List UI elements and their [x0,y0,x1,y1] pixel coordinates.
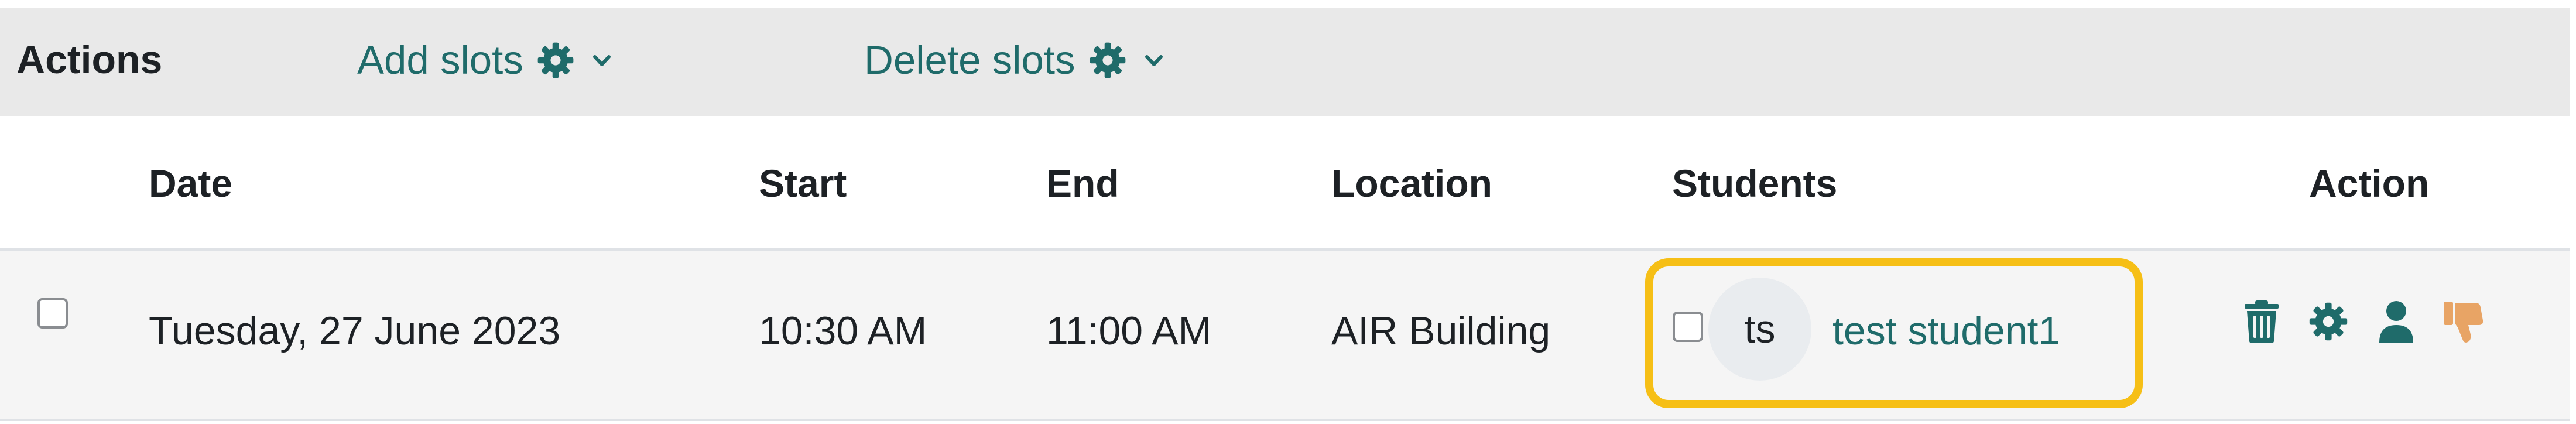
actions-bar: Actions Add slots Delete slots [0,8,2570,118]
header-action: Action [2309,162,2430,205]
header-start[interactable]: Start [759,160,847,207]
table-row: Tuesday, 27 June 2023 10:30 AM 11:00 AM … [0,251,2570,421]
student-select-checkbox[interactable] [1673,312,1703,342]
table-header: Date Start End Location Students Action [0,116,2570,251]
slots-page: Actions Add slots Delete slots Date Star… [0,0,2576,424]
delete-slots-label: Delete slots [864,37,1075,83]
actions-title: Actions [16,37,163,82]
header-location[interactable]: Location [1331,160,1492,207]
trash-icon[interactable] [2241,299,2282,344]
gear-icon [537,43,574,78]
chevron-down-icon [592,55,611,67]
chevron-down-icon [1145,55,1163,67]
header-date[interactable]: Date [149,160,232,207]
slot-date: Tuesday, 27 June 2023 [149,309,561,353]
thumbs-down-icon[interactable] [2441,299,2488,344]
delete-slots-menu[interactable]: Delete slots [864,36,1166,85]
slot-location: AIR Building [1331,309,1551,353]
gear-icon[interactable] [2308,299,2349,344]
slot-select-checkbox[interactable] [37,298,68,329]
student-name-link[interactable]: test student1 [1832,307,2060,355]
avatar: ts [1708,278,1811,381]
gear-icon [1090,43,1125,78]
header-students[interactable]: Students [1672,160,1837,207]
add-slots-label: Add slots [357,37,523,83]
slot-start: 10:30 AM [759,309,927,353]
add-slots-menu[interactable]: Add slots [357,36,614,85]
slot-end: 11:00 AM [1046,309,1212,353]
user-icon[interactable] [2376,299,2417,344]
header-end[interactable]: End [1046,160,1119,207]
